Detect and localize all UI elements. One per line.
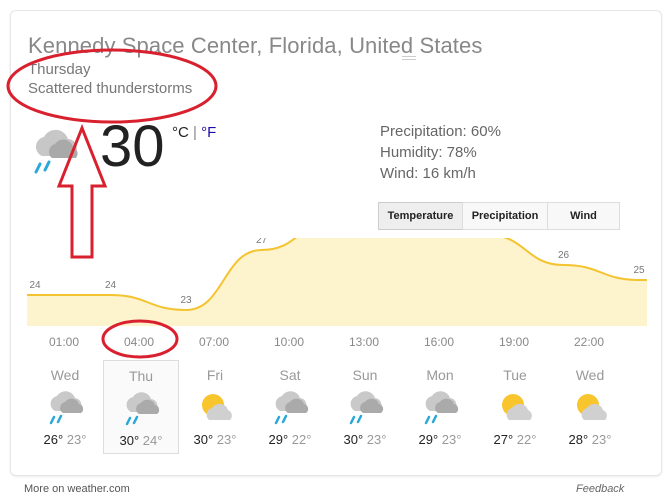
hour-label: 01:00 — [48, 335, 80, 349]
forecast-day-name: Wed — [575, 367, 605, 383]
celsius-unit[interactable]: °C — [172, 124, 189, 141]
tab-temperature[interactable]: Temperature — [378, 202, 463, 230]
chart-area-fill — [27, 238, 647, 326]
menu-icon[interactable] — [402, 56, 416, 62]
forecast-high: 29° — [418, 432, 439, 447]
unit-toggle: °C | °F — [172, 124, 216, 141]
chart-tabs: Temperature Precipitation Wind — [378, 202, 620, 230]
more-on-weather-link[interactable]: More on weather.com — [24, 483, 130, 495]
forecast-high: 30° — [119, 433, 140, 448]
forecast-temps: 30° 24° — [104, 433, 178, 448]
forecast-temps: 30° 23° — [178, 432, 252, 447]
hour-label: 10:00 — [273, 335, 305, 349]
forecast-temps: 26° 23° — [28, 432, 102, 447]
partly-sunny-icon — [570, 389, 612, 425]
rain-cloud-icon — [28, 126, 84, 174]
forecast-day-name: Wed — [50, 367, 80, 383]
forecast-day-name: Tue — [503, 367, 527, 383]
forecast-low: 23° — [63, 432, 87, 447]
chart-data-label: 24 — [105, 280, 117, 291]
forecast-day-name: Thu — [128, 368, 154, 384]
hour-label: 19:00 — [498, 335, 530, 349]
chart-data-label: 23 — [180, 295, 192, 306]
temperature-chart[interactable]: 242423272929282625 — [27, 238, 647, 326]
humidity-detail: Humidity: 78% — [380, 144, 477, 161]
forecast-high: 30° — [343, 432, 364, 447]
chart-data-label: 25 — [633, 265, 645, 276]
forecast-day-name: Sat — [279, 367, 301, 383]
forecast-day[interactable]: Mon 29° 23° — [403, 360, 477, 452]
fahrenheit-unit[interactable]: °F — [201, 124, 216, 141]
rain-cloud-icon — [121, 390, 163, 426]
forecast-day[interactable]: Tue 27° 22° — [478, 360, 552, 452]
forecast-low: 22° — [513, 432, 537, 447]
forecast-high: 29° — [268, 432, 289, 447]
forecast-temps: 27° 22° — [478, 432, 552, 447]
forecast-day[interactable]: Wed 28° 23° — [553, 360, 627, 452]
rain-cloud-icon — [345, 389, 387, 425]
chart-data-label: 27 — [256, 238, 268, 246]
tab-wind[interactable]: Wind — [547, 202, 620, 230]
hour-label: 16:00 — [423, 335, 455, 349]
hour-label: 22:00 — [573, 335, 605, 349]
forecast-temps: 29° 22° — [253, 432, 327, 447]
forecast-low: 24° — [139, 433, 163, 448]
forecast-low: 23° — [213, 432, 237, 447]
forecast-day-name: Sun — [352, 367, 378, 383]
forecast-day[interactable]: Fri 30° 23° — [178, 360, 252, 452]
chart-data-label: 24 — [29, 280, 41, 291]
tab-precipitation[interactable]: Precipitation — [462, 202, 548, 230]
forecast-day[interactable]: Sun 30° 23° — [328, 360, 402, 452]
forecast-day-name: Fri — [206, 367, 224, 383]
rain-cloud-icon — [270, 389, 312, 425]
forecast-day[interactable]: Sat 29° 22° — [253, 360, 327, 452]
forecast-high: 26° — [43, 432, 64, 447]
precipitation-detail: Precipitation: 60% — [380, 123, 501, 140]
forecast-low: 23° — [438, 432, 462, 447]
forecast-temps: 28° 23° — [553, 432, 627, 447]
forecast-day-name: Mon — [426, 367, 454, 383]
daily-forecast: Wed 26° 23° Thu 30° 24° Fri 30° 23° Sat 29° 22°… — [28, 360, 646, 454]
partly-sunny-icon — [195, 389, 237, 425]
forecast-high: 30° — [193, 432, 214, 447]
day-label: Thursday — [28, 61, 91, 78]
hour-label: 04:00 — [123, 335, 155, 349]
wind-detail: Wind: 16 km/h — [380, 165, 476, 182]
current-temperature: 30 — [100, 114, 165, 179]
partly-sunny-icon — [495, 389, 537, 425]
forecast-day[interactable]: Wed 26° 23° — [28, 360, 102, 452]
forecast-high: 28° — [568, 432, 589, 447]
forecast-low: 23° — [363, 432, 387, 447]
forecast-low: 23° — [588, 432, 612, 447]
forecast-high: 27° — [493, 432, 514, 447]
forecast-temps: 29° 23° — [403, 432, 477, 447]
forecast-low: 22° — [288, 432, 312, 447]
condition-label: Scattered thunderstorms — [28, 80, 193, 97]
forecast-day[interactable]: Thu 30° 24° — [103, 360, 179, 454]
hour-label: 07:00 — [198, 335, 230, 349]
weather-details: Precipitation: 60% Humidity: 78% Wind: 1… — [380, 121, 501, 184]
rain-cloud-icon — [420, 389, 462, 425]
chart-data-label: 26 — [558, 250, 570, 261]
feedback-link[interactable]: Feedback — [576, 483, 624, 495]
hour-label: 13:00 — [348, 335, 380, 349]
unit-separator: | — [193, 124, 197, 141]
rain-cloud-icon — [45, 389, 87, 425]
forecast-temps: 30° 23° — [328, 432, 402, 447]
